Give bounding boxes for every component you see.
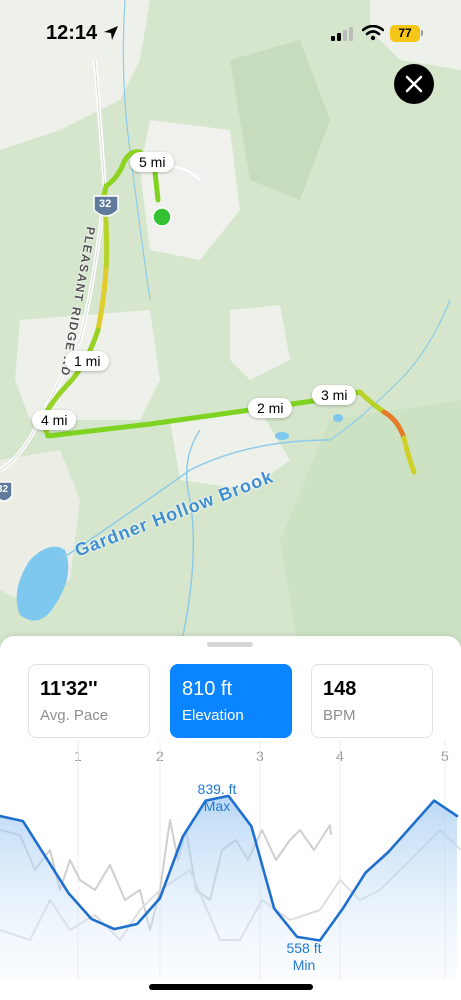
metric-card-bpm[interactable]: 148 BPM bbox=[311, 664, 433, 738]
status-bar: 12:14 77 bbox=[0, 0, 461, 66]
battery-nub bbox=[421, 30, 423, 36]
metric-value: 810 ft bbox=[182, 678, 233, 700]
route-end-dot bbox=[152, 207, 172, 227]
mile-marker-5: 5 mi bbox=[130, 152, 175, 172]
close-icon bbox=[405, 75, 423, 93]
cellular-signal-icon bbox=[331, 27, 353, 41]
chart-min-annotation: 558 ft Min bbox=[272, 940, 336, 974]
metric-label: Elevation bbox=[182, 707, 244, 724]
route-shield-label: 32 bbox=[99, 198, 112, 210]
metric-label: BPM bbox=[323, 707, 356, 724]
chart-max-value: 839. ft bbox=[197, 781, 237, 797]
location-arrow-icon bbox=[104, 26, 118, 40]
chart-max-label: Max bbox=[203, 798, 231, 814]
wifi-icon bbox=[362, 25, 384, 41]
chart-min-label: Min bbox=[292, 957, 316, 973]
mile-marker-3: 3 mi bbox=[312, 385, 357, 405]
elevation-chart[interactable] bbox=[0, 740, 461, 980]
mile-marker-2: 2 mi bbox=[248, 398, 293, 418]
sheet-grabber[interactable] bbox=[207, 642, 253, 647]
elevation-series-area bbox=[0, 795, 457, 980]
chart-min-value: 558 ft bbox=[286, 940, 322, 956]
metric-card-elevation[interactable]: 810 ft Elevation bbox=[170, 664, 292, 738]
mile-marker-4: 4 mi bbox=[32, 410, 77, 430]
home-indicator[interactable] bbox=[149, 984, 313, 990]
metric-value: 11'32'' bbox=[40, 678, 98, 700]
metric-card-avg-pace[interactable]: 11'32'' Avg. Pace bbox=[28, 664, 150, 738]
metric-value: 148 bbox=[323, 678, 357, 700]
metric-label: Avg. Pace bbox=[40, 707, 109, 724]
close-button[interactable] bbox=[394, 64, 434, 104]
route-shield-label-2: 32 bbox=[0, 484, 9, 495]
status-time: 12:14 bbox=[46, 22, 98, 44]
map-view[interactable]: 32 32 PLEASANT RIDGE RD Gardner Hollow B… bbox=[0, 0, 461, 660]
chart-max-annotation: 839. ft Max bbox=[184, 781, 250, 815]
mile-marker-1: 1 mi bbox=[65, 351, 110, 371]
battery-indicator: 77 bbox=[390, 25, 420, 42]
